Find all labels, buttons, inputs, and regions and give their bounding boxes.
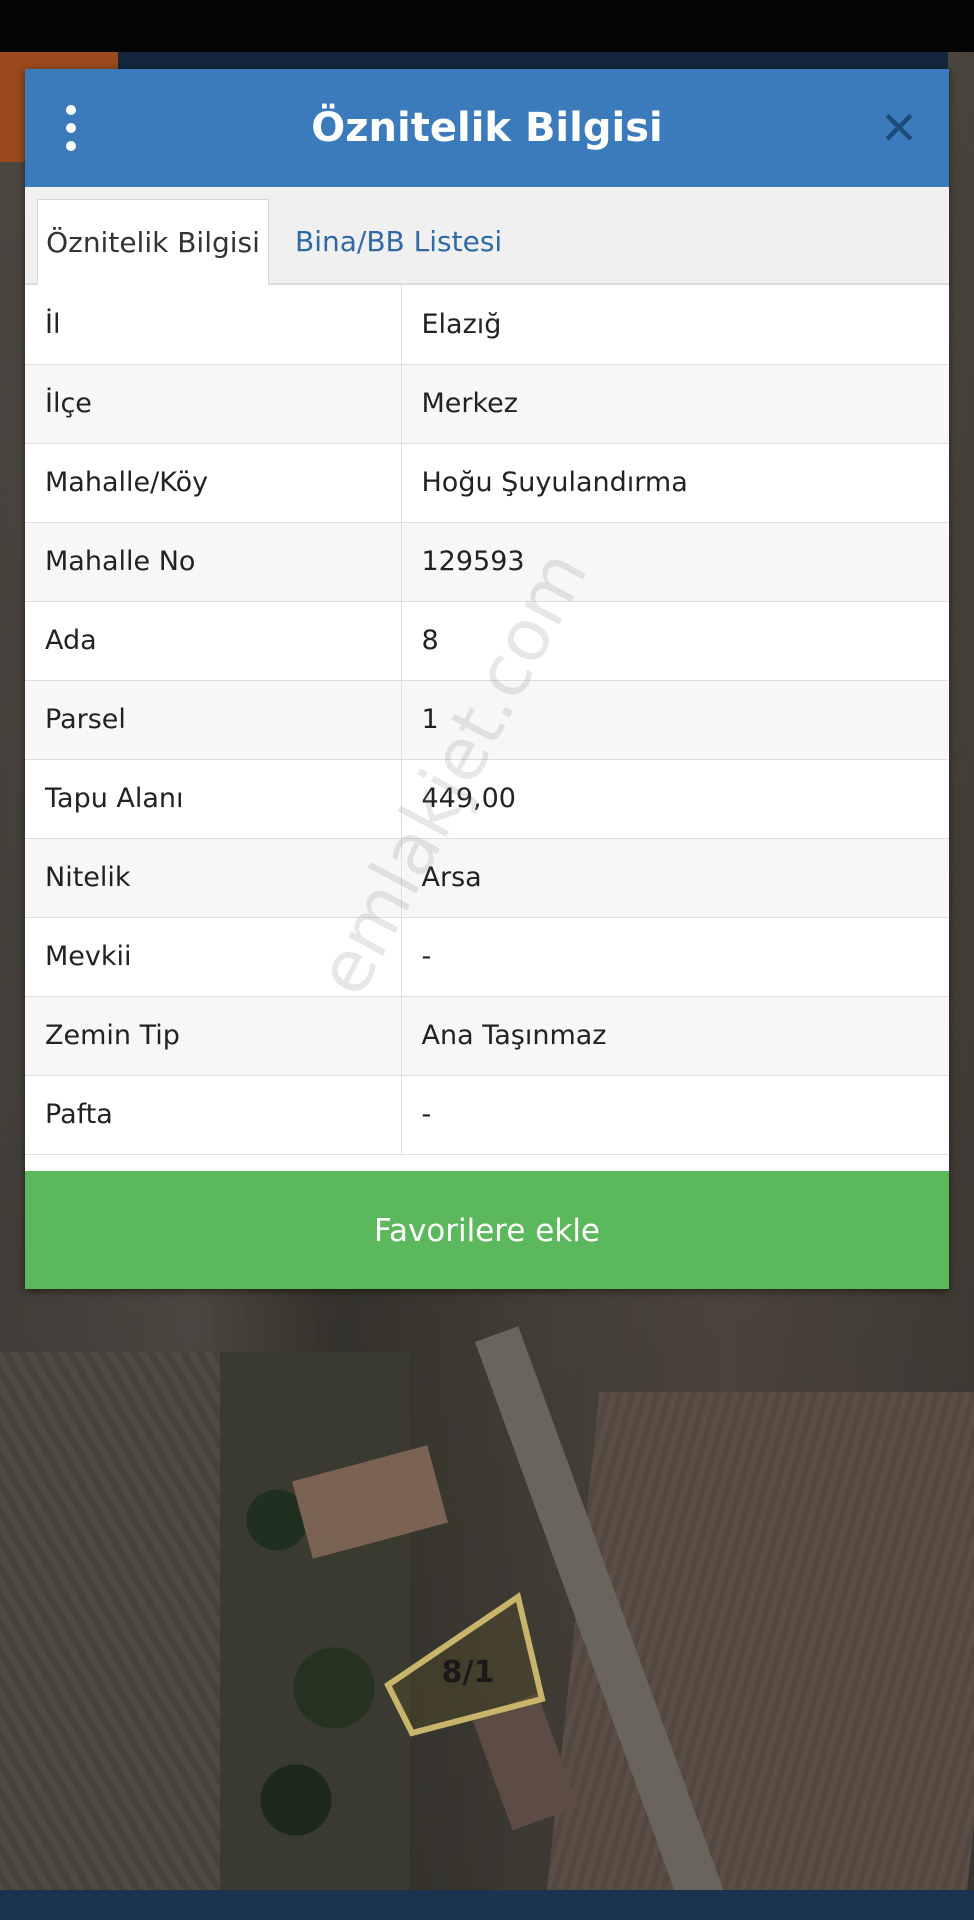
attribute-key: İlçe [25,364,402,444]
attribute-key: Parsel [25,680,402,760]
attribute-dialog: Öznitelik Bilgisi ✕ Öznitelik Bilgisi Bi… [25,69,949,1289]
attribute-value: Merkez [401,364,949,444]
table-row: Tapu Alanı 449,00 [25,759,949,839]
tab-attribute-info[interactable]: Öznitelik Bilgisi [37,199,269,285]
attribute-value: Arsa [401,838,949,918]
attribute-table: İl Elazığ İlçe Merkez Mahalle/Köy Hoğu Ş… [25,285,949,1155]
attribute-key: Zemin Tip [25,996,402,1076]
attribute-value: Ana Taşınmaz [401,996,949,1076]
attribute-value: Hoğu Şuyulandırma [401,443,949,523]
attribute-key: Nitelik [25,838,402,918]
close-icon[interactable]: ✕ [879,101,919,155]
map-overlay-band [118,52,948,70]
table-row: Pafta - [25,1075,949,1155]
attribute-value: 449,00 [401,759,949,839]
attribute-key: Ada [25,601,402,681]
table-row: Ada 8 [25,601,949,681]
attribute-value: 8 [401,601,949,681]
attribute-value: Elazığ [401,285,949,365]
add-to-favorites-button[interactable]: Favorilere ekle [25,1171,949,1289]
attribute-value: - [401,917,949,997]
attribute-key: İl [25,285,402,365]
attribute-key: Mevkii [25,917,402,997]
table-row: Parsel 1 [25,680,949,760]
navigation-bar [0,1890,974,1920]
parcel-outline[interactable]: 8/1 [380,1582,560,1742]
attribute-key: Pafta [25,1075,402,1155]
map-field-left [0,1352,250,1890]
table-row: Nitelik Arsa [25,838,949,918]
tab-bar: Öznitelik Bilgisi Bina/BB Listesi [25,187,949,285]
attribute-value: - [401,1075,949,1155]
attribute-value: 1 [401,680,949,760]
attribute-key: Mahalle/Köy [25,443,402,523]
table-row: Zemin Tip Ana Taşınmaz [25,996,949,1076]
attribute-value: 129593 [401,522,949,602]
tab-building-list[interactable]: Bina/BB Listesi [275,199,522,285]
table-row: Mevkii - [25,917,949,997]
table-row: İl Elazığ [25,285,949,365]
table-row: İlçe Merkez [25,364,949,444]
dialog-title: Öznitelik Bilgisi [311,105,663,151]
attribute-key: Mahalle No [25,522,402,602]
status-bar [0,0,974,52]
table-row: Mahalle/Köy Hoğu Şuyulandırma [25,443,949,523]
table-row: Mahalle No 129593 [25,522,949,602]
parcel-label: 8/1 [442,1655,495,1690]
attribute-key: Tapu Alanı [25,759,402,839]
dialog-header: Öznitelik Bilgisi ✕ [25,69,949,187]
